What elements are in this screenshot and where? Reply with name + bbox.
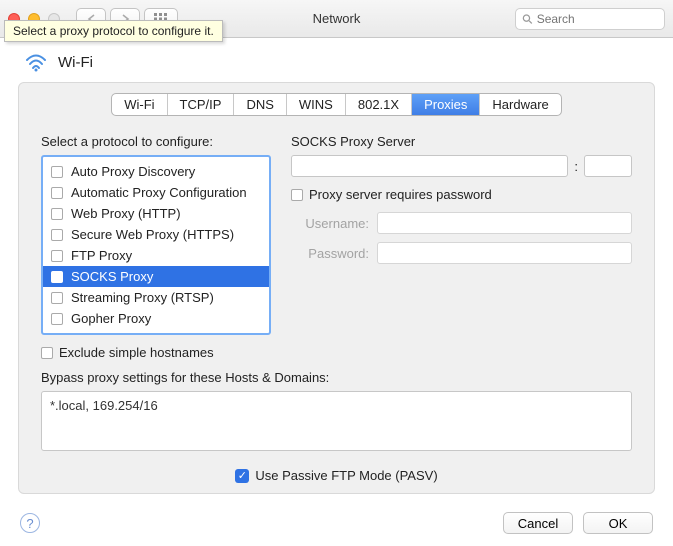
protocol-row[interactable]: FTP Proxy (43, 245, 269, 266)
proxy-server-label: SOCKS Proxy Server (291, 134, 632, 149)
protocol-label: Gopher Proxy (71, 311, 151, 326)
passive-ftp-checkbox[interactable]: ✓ (235, 469, 249, 483)
tab-wi-fi[interactable]: Wi-Fi (112, 94, 167, 115)
protocol-checkbox[interactable] (51, 292, 63, 304)
tab-hardware[interactable]: Hardware (480, 94, 560, 115)
protocol-row[interactable]: Gopher Proxy (43, 308, 269, 329)
protocol-label: FTP Proxy (71, 248, 132, 263)
wifi-icon (24, 52, 48, 72)
host-port-separator: : (574, 159, 578, 174)
protocol-label: Auto Proxy Discovery (71, 164, 195, 179)
footer: ? Cancel OK (0, 508, 673, 534)
protocol-row[interactable]: Web Proxy (HTTP) (43, 203, 269, 224)
proxy-host-input[interactable] (291, 155, 568, 177)
password-input (377, 242, 632, 264)
protocol-label: Web Proxy (HTTP) (71, 206, 181, 221)
tab-bar: Wi-FiTCP/IPDNSWINS802.1XProxiesHardware (19, 93, 654, 116)
protocol-label: Streaming Proxy (RTSP) (71, 290, 214, 305)
tab-tcp-ip[interactable]: TCP/IP (168, 94, 235, 115)
settings-panel: Wi-FiTCP/IPDNSWINS802.1XProxiesHardware … (18, 82, 655, 494)
protocol-label: Automatic Proxy Configuration (71, 185, 247, 200)
proxy-port-input[interactable] (584, 155, 632, 177)
protocol-checkbox[interactable] (51, 313, 63, 325)
titlebar: Network Select a proxy protocol to confi… (0, 0, 673, 38)
protocol-checkbox[interactable] (51, 250, 63, 262)
protocol-row[interactable]: Secure Web Proxy (HTTPS) (43, 224, 269, 245)
tab-802-1x[interactable]: 802.1X (346, 94, 412, 115)
requires-password-label: Proxy server requires password (309, 187, 492, 202)
protocol-row[interactable]: Automatic Proxy Configuration (43, 182, 269, 203)
search-input[interactable] (537, 12, 658, 26)
tab-dns[interactable]: DNS (234, 94, 286, 115)
exclude-simple-hostnames-checkbox[interactable] (41, 347, 53, 359)
bypass-label: Bypass proxy settings for these Hosts & … (41, 370, 632, 385)
exclude-simple-hostnames-label: Exclude simple hostnames (59, 345, 214, 360)
tooltip: Select a proxy protocol to configure it. (4, 20, 223, 42)
protocol-label: Secure Web Proxy (HTTPS) (71, 227, 234, 242)
protocol-checkbox[interactable] (51, 166, 63, 178)
protocol-checkbox[interactable] (51, 208, 63, 220)
protocol-checkbox[interactable] (51, 229, 63, 241)
passive-ftp-label: Use Passive FTP Mode (PASV) (255, 468, 437, 483)
protocol-checkbox[interactable] (51, 271, 63, 283)
cancel-button[interactable]: Cancel (503, 512, 573, 534)
tab-proxies[interactable]: Proxies (412, 94, 480, 115)
username-input (377, 212, 632, 234)
search-icon (522, 13, 533, 25)
requires-password-checkbox[interactable] (291, 189, 303, 201)
ok-button[interactable]: OK (583, 512, 653, 534)
protocol-list[interactable]: Auto Proxy Discovery Automatic Proxy Conf… (41, 155, 271, 335)
tab-wins[interactable]: WINS (287, 94, 346, 115)
protocol-list-label: Select a protocol to configure: (41, 134, 271, 149)
bypass-textarea[interactable] (41, 391, 632, 451)
connection-name: Wi-Fi (58, 54, 93, 71)
protocol-row[interactable]: SOCKS Proxy (43, 266, 269, 287)
help-button[interactable]: ? (20, 513, 40, 533)
username-label: Username: (291, 216, 369, 231)
password-label: Password: (291, 246, 369, 261)
toolbar-search[interactable] (515, 8, 665, 30)
protocol-row[interactable]: Streaming Proxy (RTSP) (43, 287, 269, 308)
protocol-row[interactable]: Auto Proxy Discovery (43, 161, 269, 182)
connection-header: Wi-Fi (0, 38, 673, 82)
protocol-checkbox[interactable] (51, 187, 63, 199)
protocol-label: SOCKS Proxy (71, 269, 153, 284)
